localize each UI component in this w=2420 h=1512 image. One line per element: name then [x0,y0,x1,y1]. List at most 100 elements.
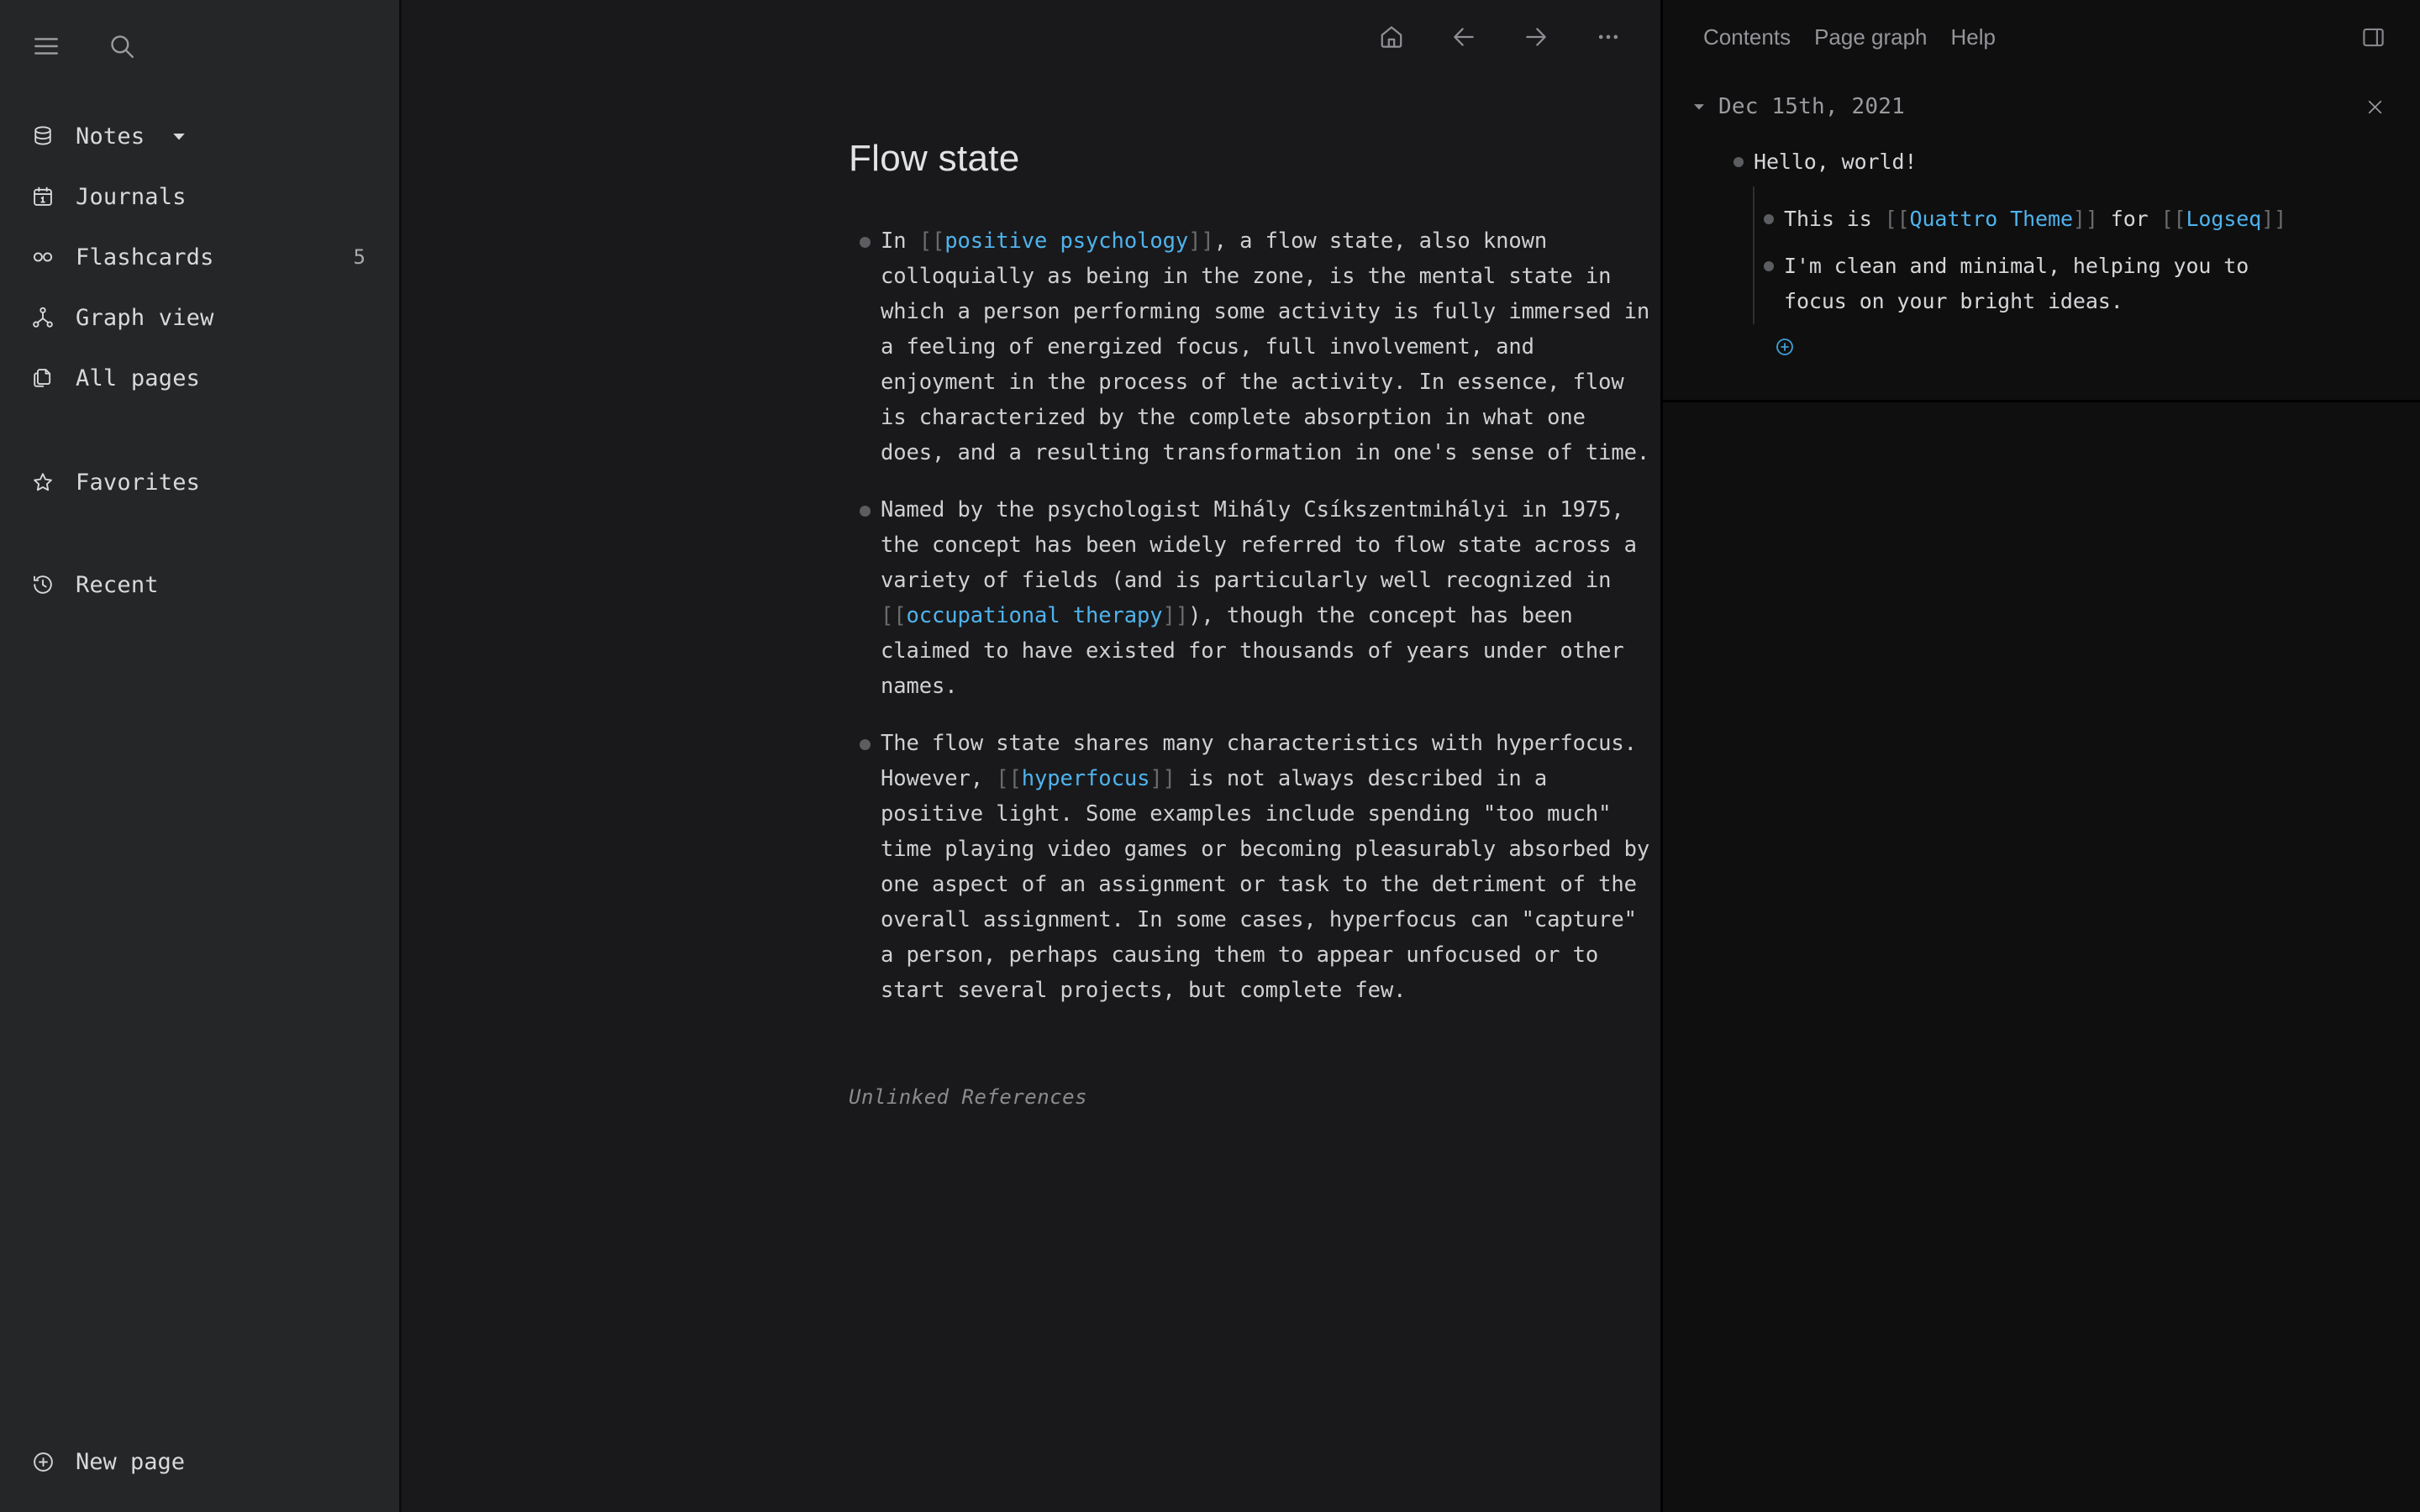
page-title[interactable]: Flow state [849,138,1660,180]
sidebar-item-label: All pages [76,365,201,391]
right-sidebar-block-text[interactable]: I'm clean and minimal, helping you to fo… [1784,249,2291,319]
graph-switcher[interactable]: Notes [0,106,399,166]
block: The flow state shares many characteristi… [849,726,1660,1008]
page-ref-bracket: ]] [2072,207,2098,231]
right-sidebar-block-text[interactable]: Hello, world! [1754,144,1917,180]
plus-circle-icon [29,1447,57,1476]
page-ref-bracket: ]] [1162,603,1189,628]
page-ref-bracket: ]] [1150,766,1176,791]
right-sidebar-toggle-icon[interactable] [2351,15,2395,59]
caret-down-icon[interactable] [1686,94,1712,119]
app-root: Notes Journals Flashcards 5 Graph view A… [0,0,2420,1512]
history-icon [29,570,57,599]
block-text-run: Hello, world! [1754,150,1918,174]
page-ref-bracket: [[ [918,228,945,254]
sidebar-item-label: Journals [76,183,187,210]
unlinked-references-heading[interactable]: Unlinked References [849,1085,1660,1109]
block-text[interactable]: Named by the psychologist Mihály Csíksze… [881,492,1660,704]
right-sidebar-root-block: Hello, world! [1723,144,2391,180]
page-ref-bracket: ]] [2261,207,2287,231]
block-list: In [[positive psychology]], a flow state… [849,223,1660,1008]
add-block-icon[interactable] [1772,334,1797,360]
sidebar-item-recent[interactable]: Recent [0,554,399,615]
block-text-run: Named by the psychologist Mihály Csíksze… [881,497,1637,593]
page-ref-bracket: [[ [2160,207,2186,231]
arrow-right-icon[interactable] [1514,15,1558,59]
graph-switcher-label: Notes [76,123,145,150]
block-thread-line [1753,186,1754,324]
right-sidebar: Contents Page graph Help Dec 15th, 2021 [1660,0,2420,1512]
block-text-run: I'm clean and minimal, helping you to fo… [1784,254,2249,313]
hamburger-icon[interactable] [27,27,66,66]
sidebar-item-label: Recent [76,571,159,598]
arrow-left-icon[interactable] [1442,15,1486,59]
star-icon [29,468,57,496]
page-ref-link[interactable]: hyperfocus [1022,766,1150,791]
sidebar-nav: Notes Journals Flashcards 5 Graph view A… [0,106,399,615]
block-text-run: for [2097,207,2161,231]
page-container: Flow state In [[positive psychology]], a… [402,74,1660,1109]
right-sidebar-item-header: Dec 15th, 2021 [1663,74,2420,121]
chevron-down-icon [171,129,187,144]
search-icon[interactable] [103,27,141,66]
bullet[interactable] [1723,144,1754,180]
calendar-icon [29,182,57,211]
sidebar-item-label: Flashcards [76,244,214,270]
block-text-run: This is [1784,207,1885,231]
block-text-run: In [881,228,919,254]
tab-contents[interactable]: Contents [1691,24,1802,50]
bullet[interactable] [1754,249,1784,284]
right-sidebar-block-text[interactable]: This is [[Quattro Theme]] for [[Logseq]] [1784,202,2286,237]
page-ref-link[interactable]: occupational therapy [907,603,1163,628]
dots-horizontal-icon[interactable] [1586,15,1630,59]
flashcards-count-badge: 5 [353,245,366,269]
main-toolbar [402,0,1660,74]
right-sidebar-item-title[interactable]: Dec 15th, 2021 [1718,94,1905,119]
tab-help[interactable]: Help [1939,24,2007,50]
sidebar-item-journals[interactable]: Journals [0,166,399,227]
block-text[interactable]: The flow state shares many characteristi… [881,726,1660,1008]
sidebar-item-favorites[interactable]: Favorites [0,452,399,512]
right-sidebar-blocks: Hello, world! This is [[Quattro Theme]] … [1663,121,2420,360]
tab-page-graph[interactable]: Page graph [1802,24,1939,50]
page-ref-link[interactable]: positive psychology [944,228,1188,254]
sidebar-header [0,0,399,74]
sidebar-item-all-pages[interactable]: All pages [0,348,399,408]
sidebar-item-label: Favorites [76,469,201,496]
close-icon[interactable] [2358,90,2391,123]
right-sidebar-toolbar: Contents Page graph Help [1663,0,2420,74]
right-sidebar-divider [1663,400,2420,402]
block-text-run: , a flow state, also known colloquially … [881,228,1650,465]
bullet[interactable] [849,223,881,259]
block: In [[positive psychology]], a flow state… [849,223,1660,470]
sidebar-item-graph-view[interactable]: Graph view [0,287,399,348]
right-sidebar-item: Dec 15th, 2021 Hello, world! This is [[Q… [1663,74,2420,400]
right-sidebar-child-block: I'm clean and minimal, helping you to fo… [1754,249,2291,319]
block: Named by the psychologist Mihály Csíksze… [849,492,1660,704]
right-sidebar-child-block: This is [[Quattro Theme]] for [[Logseq]] [1754,202,2291,237]
infinity-icon [29,243,57,271]
graph-icon [29,303,57,332]
sidebar-item-label: Graph view [76,304,214,331]
page-ref-bracket: [[ [1884,207,1910,231]
left-sidebar: Notes Journals Flashcards 5 Graph view A… [0,0,402,1512]
pages-icon [29,364,57,392]
home-icon[interactable] [1370,15,1413,59]
sidebar-item-flashcards[interactable]: Flashcards 5 [0,227,399,287]
page-ref-bracket: [[ [881,603,907,628]
bullet[interactable] [1754,202,1784,237]
block-text-run: is not always described in a positive li… [881,766,1650,1003]
new-page-button[interactable]: New page [0,1435,213,1488]
database-icon [29,122,57,150]
bullet[interactable] [849,726,881,761]
block-text[interactable]: In [[positive psychology]], a flow state… [881,223,1660,470]
new-page-label: New page [76,1448,186,1475]
bullet[interactable] [849,492,881,528]
page-ref-bracket: ]] [1188,228,1214,254]
page-ref-link[interactable]: Logseq [2186,207,2261,231]
right-sidebar-child-blocks: This is [[Quattro Theme]] for [[Logseq]]… [1753,186,2391,324]
main-content-area: Flow state In [[positive psychology]], a… [402,0,1660,1512]
page-ref-link[interactable]: Quattro Theme [1910,207,2073,231]
